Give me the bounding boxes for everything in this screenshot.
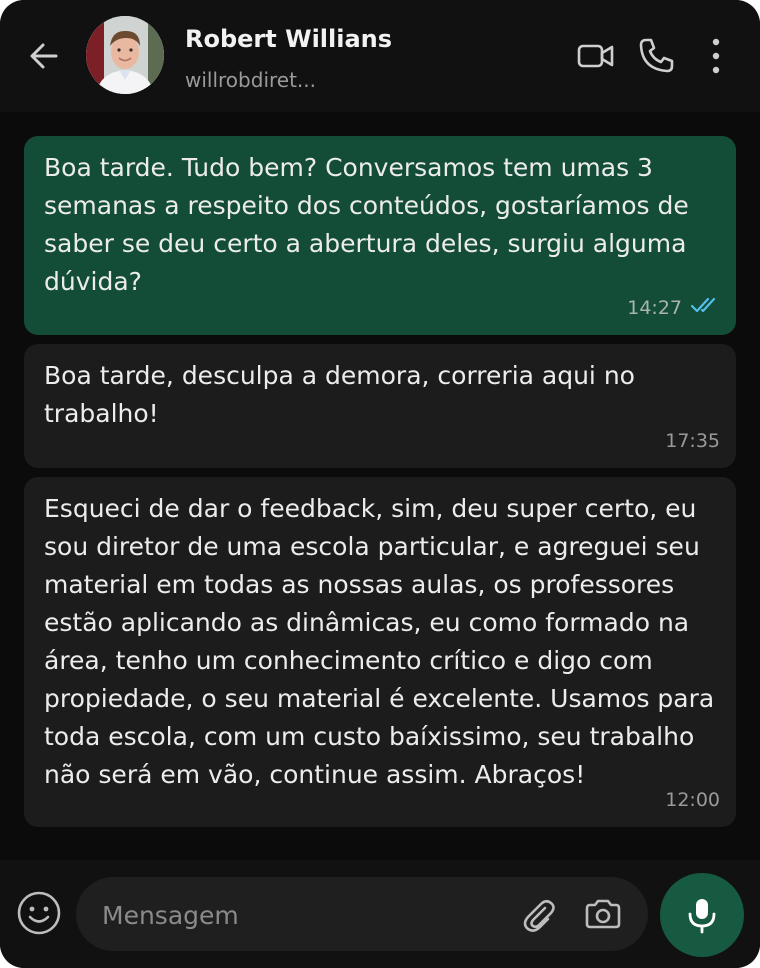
avatar[interactable] [86, 16, 164, 94]
attach-icon[interactable] [518, 895, 558, 935]
message-time: 12:00 [665, 789, 720, 811]
video-call-icon[interactable] [576, 36, 616, 76]
message-meta: 12:00 [665, 781, 720, 819]
message-meta: 17:35 [665, 422, 720, 460]
message-time: 14:27 [627, 297, 682, 319]
message-meta: 14:27 [627, 289, 720, 327]
camera-icon[interactable] [582, 895, 624, 935]
mic-button[interactable] [660, 873, 744, 957]
message-bubble-incoming[interactable]: Boa tarde, desculpa a demora, correria a… [24, 344, 736, 468]
contact-name[interactable]: Robert Willians [185, 25, 392, 53]
back-arrow-icon[interactable] [26, 38, 62, 74]
chat-window: Robert Willians willrobdiret... Boa tard… [0, 0, 760, 968]
emoji-icon[interactable] [16, 890, 62, 936]
message-text: Boa tarde, desculpa a demora, correria a… [44, 361, 635, 428]
message-text: Esqueci de dar o feedback, sim, deu supe… [44, 494, 715, 789]
message-input-container [76, 877, 648, 951]
message-input[interactable] [100, 894, 504, 936]
contact-subtitle[interactable]: willrobdiret... [185, 68, 316, 92]
composer-bar [0, 860, 760, 968]
more-options-icon[interactable] [696, 36, 736, 76]
voice-call-icon[interactable] [636, 36, 676, 76]
mic-icon [688, 899, 716, 934]
message-list[interactable]: Boa tarde. Tudo bem? Conversamos tem uma… [0, 112, 760, 860]
read-receipt-icon [690, 289, 720, 327]
message-bubble-incoming[interactable]: Esqueci de dar o feedback, sim, deu supe… [24, 477, 736, 827]
message-bubble-outgoing[interactable]: Boa tarde. Tudo bem? Conversamos tem uma… [24, 136, 736, 335]
message-text: Boa tarde. Tudo bem? Conversamos tem uma… [44, 153, 689, 296]
chat-header: Robert Willians willrobdiret... [0, 0, 760, 112]
message-time: 17:35 [665, 430, 720, 452]
